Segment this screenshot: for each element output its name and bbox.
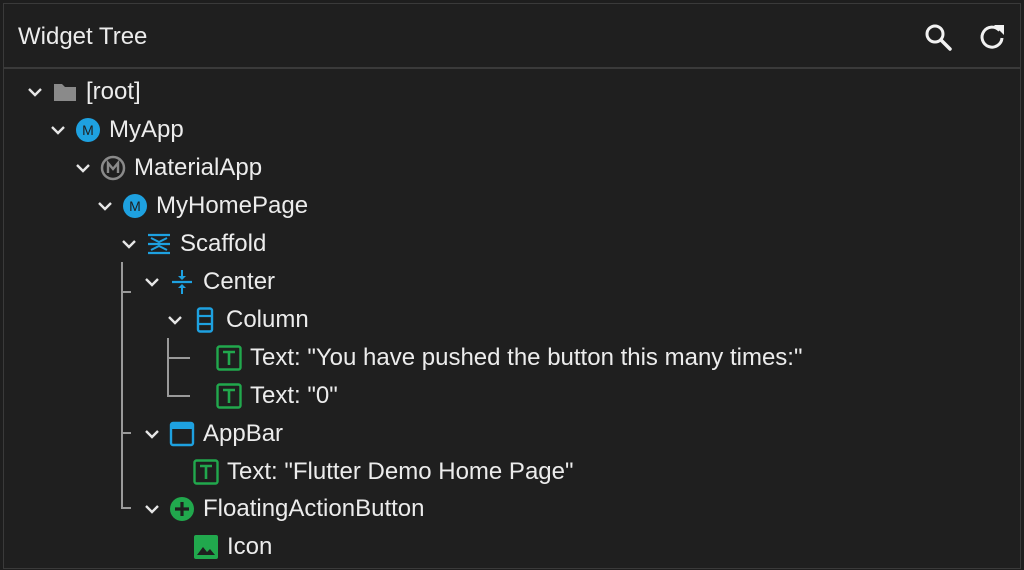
search-icon[interactable]: [923, 22, 953, 52]
column-icon: [196, 307, 214, 333]
chevron-down-icon[interactable]: [96, 197, 114, 215]
chevron-down-icon[interactable]: [143, 500, 161, 518]
tree-node-column[interactable]: Column: [166, 301, 309, 339]
tree-guide-line: [121, 291, 131, 293]
tree-node-text[interactable]: Text: "You have pushed the button this m…: [216, 339, 802, 377]
tree-node-center[interactable]: Center: [143, 263, 275, 301]
text-icon: [216, 383, 242, 409]
tree-node-label: MyHomePage: [156, 192, 309, 219]
tree-node-floatingactionbutton[interactable]: FloatingActionButton: [143, 490, 424, 528]
tree-node-icon[interactable]: Icon: [193, 528, 272, 566]
widget-tree-panel: Widget Tree [root] M MyApp MaterialApp M…: [3, 3, 1021, 569]
text-icon: [216, 345, 242, 371]
tree-node-myapp[interactable]: M MyApp: [49, 111, 184, 149]
tree-node-label: Column: [226, 306, 309, 333]
fab-icon: [170, 497, 194, 521]
image-icon: [194, 535, 218, 559]
chevron-down-icon[interactable]: [166, 311, 184, 329]
tree-node-text[interactable]: Text: "Flutter Demo Home Page": [193, 453, 574, 491]
tree-node-myhomepage[interactable]: M MyHomePage: [96, 187, 308, 225]
panel-title: Widget Tree: [18, 23, 148, 50]
tree-guide-line: [121, 262, 123, 508]
refresh-icon[interactable]: [977, 22, 1007, 52]
tree-node-text[interactable]: Text: "0": [216, 377, 338, 415]
tree-node-label: Text: "Flutter Demo Home Page": [227, 458, 574, 485]
tree-guide-line: [121, 432, 131, 434]
chevron-down-icon[interactable]: [143, 425, 161, 443]
tree-guide-line: [167, 357, 190, 359]
center-icon: [172, 270, 192, 294]
svg-text:M: M: [82, 122, 94, 138]
tree-node-label: MyApp: [109, 116, 184, 143]
tree-node-scaffold[interactable]: Scaffold: [120, 225, 266, 263]
tree-node-label: FloatingActionButton: [203, 495, 425, 522]
tree-guide-line: [167, 395, 190, 397]
m-circle-icon: M: [123, 194, 147, 218]
tree-node-label: [root]: [86, 78, 141, 105]
chevron-down-icon[interactable]: [26, 83, 44, 101]
tree-node-appbar[interactable]: AppBar: [143, 415, 283, 453]
material-app-icon: [100, 155, 126, 181]
tree-node-label: Text: "0": [250, 382, 338, 409]
chevron-down-icon[interactable]: [74, 159, 92, 177]
tree-node-label: AppBar: [203, 420, 284, 447]
folder-icon: [54, 84, 76, 101]
tree-node-label: MaterialApp: [134, 154, 263, 181]
appbar-icon: [169, 421, 195, 447]
widget-tree: [root] M MyApp MaterialApp M MyHomePage …: [4, 70, 1020, 570]
tree-node-label: Text: "You have pushed the button this m…: [250, 344, 803, 371]
tree-node-materialapp[interactable]: MaterialApp: [74, 149, 262, 187]
text-icon: [193, 459, 219, 485]
tree-guide-line: [121, 507, 131, 509]
tree-node-label: Scaffold: [180, 230, 267, 257]
chevron-down-icon[interactable]: [120, 235, 138, 253]
scaffold-icon: [148, 233, 170, 255]
tree-node-root[interactable]: [root]: [26, 73, 141, 111]
chevron-down-icon[interactable]: [143, 273, 161, 291]
panel-header: Widget Tree: [4, 4, 1020, 69]
tree-node-label: Icon: [227, 533, 273, 560]
svg-text:M: M: [129, 198, 141, 214]
chevron-down-icon[interactable]: [49, 121, 67, 139]
tree-node-label: Center: [203, 268, 276, 295]
tree-guide-line: [167, 338, 169, 396]
m-circle-icon: M: [76, 118, 100, 142]
